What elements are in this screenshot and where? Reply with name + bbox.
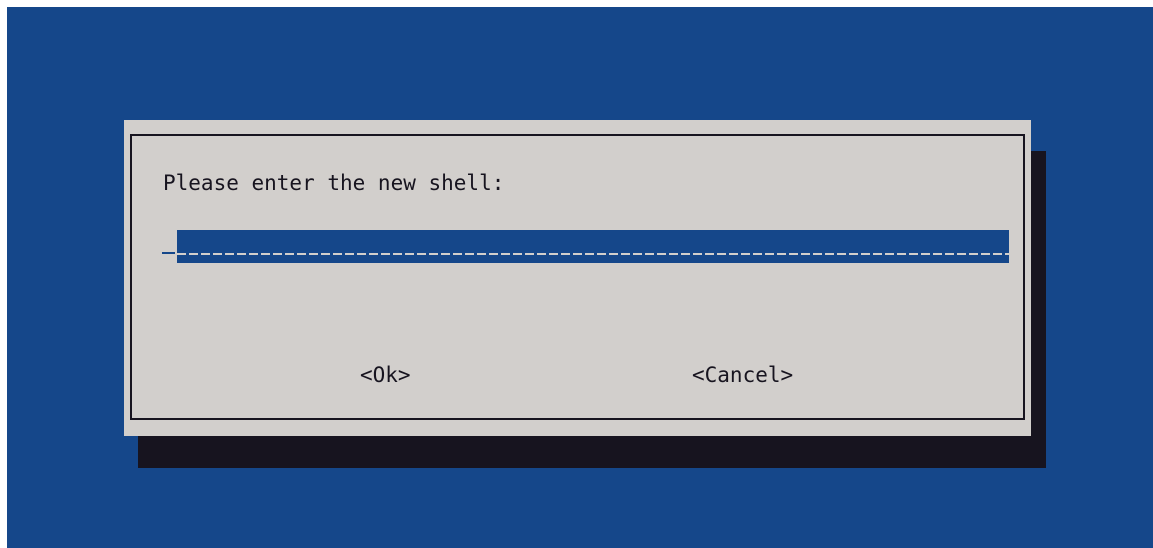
cancel-button[interactable]: <Cancel> xyxy=(692,362,793,388)
dialog-border: Please enter the new shell: <Ok> <Cancel… xyxy=(130,134,1025,420)
ok-button[interactable]: <Ok> xyxy=(360,362,411,388)
terminal-screen: Please enter the new shell: <Ok> <Cancel… xyxy=(7,7,1153,548)
input-underline xyxy=(177,253,1009,255)
shell-input[interactable] xyxy=(177,230,1009,263)
text-cursor xyxy=(162,252,175,254)
shell-input-row xyxy=(162,230,1010,264)
input-dialog: Please enter the new shell: <Ok> <Cancel… xyxy=(124,120,1031,436)
dialog-prompt: Please enter the new shell: xyxy=(163,171,505,195)
